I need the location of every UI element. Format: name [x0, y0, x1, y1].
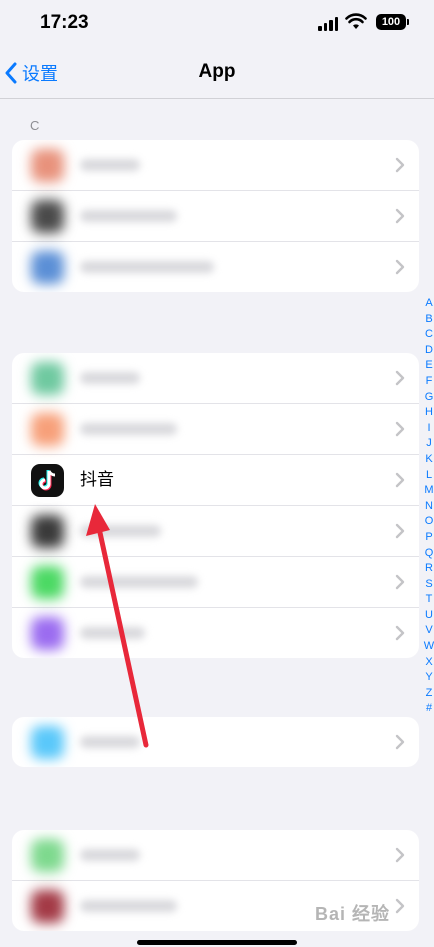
- index-letter[interactable]: N: [420, 499, 434, 515]
- app-icon: [31, 515, 64, 548]
- index-letter[interactable]: V: [420, 623, 434, 639]
- app-icon: [31, 200, 64, 233]
- index-letter[interactable]: C: [420, 327, 434, 343]
- blurred-label: [80, 736, 140, 748]
- index-letter[interactable]: P: [420, 530, 434, 546]
- app-icon: [31, 726, 64, 759]
- index-letter[interactable]: F: [420, 374, 434, 390]
- list-item-douyin[interactable]: 抖音: [12, 455, 419, 506]
- list-item[interactable]: [12, 353, 419, 404]
- list-item[interactable]: [12, 140, 419, 191]
- douyin-app-icon: [31, 464, 64, 497]
- blurred-label: [80, 372, 140, 384]
- index-letter[interactable]: Y: [420, 670, 434, 686]
- blurred-label: [80, 525, 161, 537]
- list-item[interactable]: [12, 717, 419, 767]
- app-icon: [31, 362, 64, 395]
- index-letter[interactable]: M: [420, 483, 434, 499]
- page-title: App: [198, 61, 236, 82]
- index-letter[interactable]: O: [420, 514, 434, 530]
- navigation-bar: 设置 App: [0, 48, 434, 99]
- index-letter[interactable]: B: [420, 312, 434, 328]
- index-letter[interactable]: Q: [420, 546, 434, 562]
- index-letter[interactable]: X: [420, 655, 434, 671]
- index-letter[interactable]: S: [420, 577, 434, 593]
- app-group: [12, 140, 419, 292]
- index-letter[interactable]: Z: [420, 686, 434, 702]
- app-icon: [31, 890, 64, 923]
- blurred-label: [80, 423, 177, 435]
- app-group: 抖音: [12, 353, 419, 658]
- watermark: Bai 经验: [315, 904, 391, 924]
- chevron-right-icon: [395, 898, 405, 914]
- app-icon: [31, 839, 64, 872]
- status-bar: 17:23 100: [0, 0, 434, 48]
- alphabet-index[interactable]: A B C D E F G H I J K L M N O P Q R S T U V W X Y Z #: [420, 296, 434, 717]
- index-letter[interactable]: G: [420, 390, 434, 406]
- index-letter[interactable]: R: [420, 561, 434, 577]
- chevron-right-icon: [395, 734, 405, 750]
- app-group: [12, 717, 419, 767]
- wifi-icon: [345, 13, 367, 29]
- blurred-label: [80, 900, 177, 912]
- index-letter[interactable]: W: [420, 639, 434, 655]
- home-indicator[interactable]: [137, 940, 297, 945]
- index-letter[interactable]: K: [420, 452, 434, 468]
- index-letter[interactable]: D: [420, 343, 434, 359]
- chevron-right-icon: [395, 208, 405, 224]
- chevron-right-icon: [395, 472, 405, 488]
- blurred-label: [80, 849, 140, 861]
- index-letter[interactable]: E: [420, 358, 434, 374]
- blurred-label: [80, 210, 177, 222]
- chevron-right-icon: [395, 157, 405, 173]
- section-header: C: [30, 118, 40, 133]
- chevron-right-icon: [395, 259, 405, 275]
- index-letter[interactable]: H: [420, 405, 434, 421]
- chevron-right-icon: [395, 847, 405, 863]
- index-letter[interactable]: T: [420, 592, 434, 608]
- app-icon: [31, 566, 64, 599]
- list-item[interactable]: [12, 506, 419, 557]
- app-icon: [31, 149, 64, 182]
- status-time: 17:23: [40, 12, 89, 33]
- battery-indicator: 100: [376, 14, 409, 30]
- list-item[interactable]: [12, 242, 419, 292]
- app-icon: [31, 617, 64, 650]
- index-letter[interactable]: J: [420, 436, 434, 452]
- blurred-label: [80, 159, 140, 171]
- list-item[interactable]: [12, 830, 419, 881]
- chevron-right-icon: [395, 625, 405, 641]
- app-name: 抖音: [80, 470, 114, 489]
- cellular-signal-icon: [318, 17, 338, 31]
- blurred-label: [80, 576, 198, 588]
- list-item[interactable]: [12, 608, 419, 658]
- chevron-right-icon: [395, 574, 405, 590]
- index-letter[interactable]: U: [420, 608, 434, 624]
- index-letter[interactable]: I: [420, 421, 434, 437]
- index-letter[interactable]: A: [420, 296, 434, 312]
- list-item[interactable]: [12, 191, 419, 242]
- app-icon: [31, 251, 64, 284]
- blurred-label: [80, 627, 145, 639]
- index-letter[interactable]: #: [420, 701, 434, 717]
- chevron-right-icon: [395, 421, 405, 437]
- chevron-right-icon: [395, 370, 405, 386]
- list-item[interactable]: [12, 557, 419, 608]
- chevron-right-icon: [395, 523, 405, 539]
- list-item[interactable]: [12, 404, 419, 455]
- index-letter[interactable]: L: [420, 468, 434, 484]
- app-icon: [31, 413, 64, 446]
- blurred-label: [80, 261, 214, 273]
